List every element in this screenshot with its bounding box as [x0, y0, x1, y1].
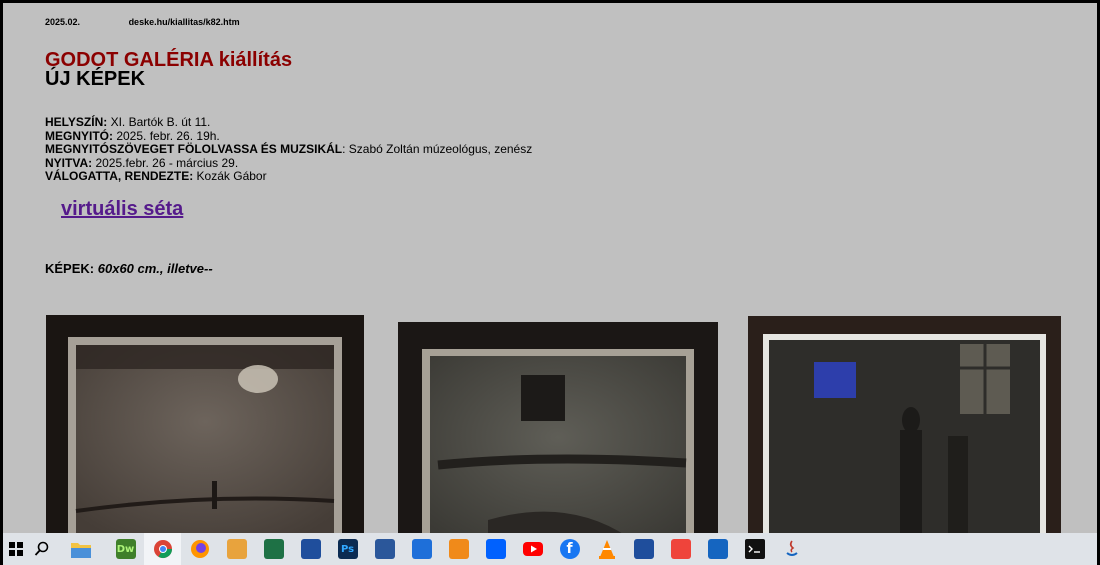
search-taskbar-button[interactable] — [29, 533, 55, 565]
file-explorer-icon — [71, 539, 91, 559]
virtual-tour-link[interactable]: virtuális séta — [61, 198, 183, 221]
excel-taskbar-button[interactable] — [255, 533, 292, 565]
info-speaker: MEGNYITÓSZÖVEGET FÖLOLVASSA ÉS MUZSIKÁL:… — [45, 142, 533, 157]
outlook-taskbar-button[interactable] — [218, 533, 255, 565]
outlook-icon — [226, 539, 247, 559]
youtube-taskbar-button[interactable] — [514, 533, 551, 565]
floppy-disk-taskbar-button[interactable] — [625, 533, 662, 565]
facebook-taskbar-button[interactable]: f — [551, 533, 588, 565]
java-taskbar-button[interactable] — [773, 533, 810, 565]
exhibition-info: HELYSZÍN: XI. Bartók B. út 11. MEGNYITÓ:… — [45, 115, 533, 184]
painting-3-image[interactable] — [748, 316, 1061, 537]
dropbox-icon — [485, 539, 506, 559]
file-explorer-taskbar-button[interactable] — [55, 533, 107, 565]
dropbox-taskbar-button[interactable] — [477, 533, 514, 565]
java-icon — [782, 539, 802, 559]
anydesk-taskbar-button[interactable] — [662, 533, 699, 565]
floppy-disk-icon — [633, 539, 654, 559]
chrome-taskbar-button[interactable] — [144, 533, 181, 565]
remote-desktop-taskbar-button[interactable] — [699, 533, 736, 565]
info-venue: HELYSZÍN: XI. Bartók B. út 11. — [45, 115, 211, 129]
excel-icon — [263, 539, 284, 559]
info-curator: VÁLOGATTA, RENDEZTE: Kozák Gábor — [45, 169, 267, 184]
windows-start-taskbar-button[interactable] — [3, 533, 29, 565]
windows-start-icon — [6, 539, 26, 559]
terminal-icon — [744, 539, 765, 559]
word-icon — [374, 539, 395, 559]
uploader-icon — [411, 539, 432, 559]
exhibition-title: ÚJ KÉPEK — [45, 68, 146, 90]
remote-desktop-icon — [707, 539, 728, 559]
windows-taskbar: Dw Ps f — [3, 533, 1097, 565]
media-player-taskbar-button[interactable] — [440, 533, 477, 565]
terminal-taskbar-button[interactable] — [736, 533, 773, 565]
painting-2-image[interactable] — [398, 322, 718, 537]
media-player-icon — [448, 539, 469, 559]
photoshop-taskbar-button[interactable]: Ps — [329, 533, 366, 565]
floppy-save-icon — [300, 539, 321, 559]
firefox-icon — [190, 539, 210, 559]
uploader-taskbar-button[interactable] — [403, 533, 440, 565]
search-icon — [32, 539, 52, 559]
facebook-icon: f — [559, 539, 580, 559]
page-date: 2025.02. — [45, 17, 81, 27]
dreamweaver-icon: Dw — [115, 539, 136, 559]
chrome-icon — [153, 539, 173, 559]
painting-1-image[interactable] — [46, 315, 364, 537]
anydesk-icon — [670, 539, 691, 559]
paintings-heading: KÉPEK: 60x60 cm., illetve-- — [45, 261, 213, 276]
youtube-icon — [522, 539, 543, 559]
word-taskbar-button[interactable] — [366, 533, 403, 565]
page-meta: 2025.02. deske.hu/kiallitas/k82.htm — [45, 17, 240, 27]
firefox-taskbar-button[interactable] — [181, 533, 218, 565]
vlc-taskbar-button[interactable] — [588, 533, 625, 565]
floppy-save-taskbar-button[interactable] — [292, 533, 329, 565]
page-url: deske.hu/kiallitas/k82.htm — [128, 17, 240, 27]
dreamweaver-taskbar-button[interactable]: Dw — [107, 533, 144, 565]
vlc-icon — [597, 539, 617, 559]
browser-page: 2025.02. deske.hu/kiallitas/k82.htm GODO… — [3, 3, 1097, 562]
photoshop-icon: Ps — [337, 539, 358, 559]
